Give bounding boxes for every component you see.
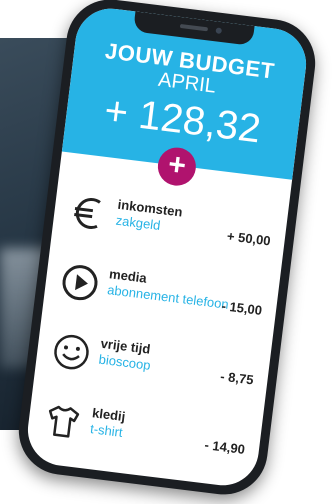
- phone-screen: JOUW BUDGET APRIL + 128,32 + inkomsten z…: [23, 4, 311, 490]
- category-amount: - 8,75: [219, 368, 255, 388]
- phone-body: JOUW BUDGET APRIL + 128,32 + inkomsten z…: [13, 0, 321, 500]
- play-icon: [62, 265, 98, 301]
- category-subtitle: abonnement telefoon: [106, 282, 230, 312]
- category-subtitle: t-shirt: [89, 421, 124, 440]
- tshirt-icon: [48, 405, 80, 438]
- euro-icon: [74, 198, 101, 230]
- phone-notch: [133, 11, 255, 46]
- phone-mockup: JOUW BUDGET APRIL + 128,32 + inkomsten z…: [13, 0, 321, 500]
- category-amount: - 14,90: [203, 437, 246, 457]
- speaker-icon: [179, 23, 209, 32]
- category-amount: - 15,00: [220, 298, 263, 318]
- camera-icon: [215, 27, 223, 35]
- smiley-icon: [54, 334, 89, 370]
- transaction-list: inkomsten zakgeld + 50,00 media abonneme…: [48, 183, 288, 457]
- category-amount: + 50,00: [226, 228, 272, 249]
